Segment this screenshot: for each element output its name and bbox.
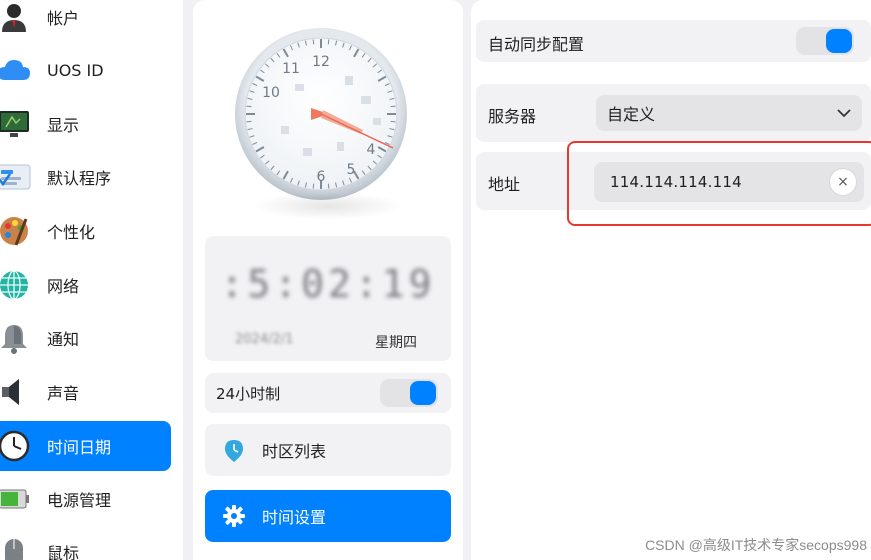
mouse-icon <box>0 535 31 560</box>
location-pin-icon <box>223 439 245 462</box>
time-settings-label: 时间设置 <box>262 508 327 527</box>
auto-sync-row: 自动同步配置 <box>476 20 871 62</box>
clock-tick <box>327 39 330 45</box>
hour24-label: 24小时制 <box>216 384 281 403</box>
hour24-setting: 24小时制 <box>205 373 451 413</box>
clock-tick <box>246 105 252 108</box>
clock-tick <box>390 120 396 123</box>
datetime-panel: 12 11 10 4 5 6 :5:02:19 2024/2/1 星期四 24小… <box>193 0 463 560</box>
sidebar-item-personalization[interactable]: 个性化 <box>0 206 171 256</box>
address-input-value: 114.114.114.114 <box>610 173 742 191</box>
address-row: 地址 114.114.114.114 × <box>476 152 871 210</box>
clock-numeral-5: 5 <box>347 162 356 178</box>
sidebar-item-label: 鼠标 <box>47 544 80 560</box>
sidebar-item-label: 电源管理 <box>47 491 112 510</box>
cloud-icon <box>0 53 31 87</box>
chevron-down-icon <box>836 105 852 121</box>
digital-time: :5:02:19 <box>220 262 436 306</box>
sidebar-item-label: 显示 <box>47 116 80 135</box>
sidebar-item-power[interactable]: 电源管理 <box>0 474 171 524</box>
gear-icon <box>223 505 245 527</box>
analog-clock: 12 11 10 4 5 6 <box>233 26 409 202</box>
date-text: 2024/2/1 <box>235 332 294 347</box>
clock-tick <box>312 183 315 189</box>
bell-icon <box>0 321 31 355</box>
time-settings-button[interactable]: 时间设置 <box>205 490 451 542</box>
auto-sync-label: 自动同步配置 <box>488 35 585 54</box>
sidebar-item-label: 时间日期 <box>47 438 112 457</box>
address-input[interactable]: 114.114.114.114 × <box>594 162 864 202</box>
timezone-list-button[interactable]: 时区列表 <box>205 424 451 476</box>
sidebar-item-account[interactable]: 帐户 <box>0 0 171 42</box>
sidebar-item-sound[interactable]: 声音 <box>0 367 171 417</box>
sidebar-item-label: 默认程序 <box>47 169 112 188</box>
digital-time-card: :5:02:19 2024/2/1 星期四 <box>205 236 451 361</box>
user-icon <box>0 0 31 34</box>
battery-icon <box>0 482 31 516</box>
sidebar-item-label: 通知 <box>47 330 80 349</box>
clock-numeral-12: 12 <box>312 54 330 70</box>
timezone-list-label: 时区列表 <box>262 442 327 461</box>
address-label: 地址 <box>488 175 521 194</box>
sidebar-item-datetime[interactable]: 时间日期 <box>0 421 171 471</box>
toggle-knob <box>826 29 852 53</box>
clock-shadow <box>253 192 403 220</box>
palette-icon <box>0 214 31 248</box>
clock-tick <box>390 105 396 108</box>
sidebar-item-network[interactable]: 网络 <box>0 260 171 310</box>
sidebar-item-label: 网络 <box>47 277 80 296</box>
speaker-icon <box>0 375 31 409</box>
sidebar-item-label: UOS ID <box>47 60 104 80</box>
clear-icon[interactable]: × <box>830 169 856 195</box>
server-label: 服务器 <box>488 107 537 126</box>
toggle-knob <box>410 381 436 405</box>
sidebar-item-label: 帐户 <box>47 9 80 28</box>
clock-icon <box>0 429 31 463</box>
sidebar-item-default-apps[interactable]: 默认程序 <box>0 152 171 202</box>
sidebar: 帐户 UOS ID 显示 默认程序 个性化 网络 通知 声音 时间日期 电源管理… <box>0 0 183 560</box>
server-select[interactable]: 自定义 <box>596 95 862 131</box>
hour24-toggle[interactable] <box>380 379 438 407</box>
watermark-text: CSDN @高级IT技术专家secops998 <box>645 537 867 553</box>
clock-tick <box>327 183 330 189</box>
default-apps-icon <box>0 160 31 194</box>
sidebar-item-label: 个性化 <box>47 223 96 242</box>
clock-numeral-6: 6 <box>317 169 326 185</box>
clock-tick <box>312 39 315 45</box>
monitor-icon <box>0 107 31 141</box>
clock-numeral-4: 4 <box>367 142 376 158</box>
network-globe-icon <box>0 268 31 302</box>
clock-numeral-11: 11 <box>282 61 300 77</box>
auto-sync-toggle[interactable] <box>796 27 854 55</box>
server-row: 服务器 自定义 <box>476 84 871 142</box>
clock-numeral-10: 10 <box>262 85 280 101</box>
clock-tick <box>246 120 252 123</box>
sidebar-item-display[interactable]: 显示 <box>0 99 171 149</box>
time-settings-panel: 自动同步配置 服务器 自定义 地址 114.114.114.114 × <box>471 0 871 560</box>
weekday-text: 星期四 <box>375 335 417 351</box>
server-select-value: 自定义 <box>607 105 656 124</box>
sidebar-item-uos-id[interactable]: UOS ID <box>0 45 171 95</box>
sidebar-item-label: 声音 <box>47 384 80 403</box>
sidebar-item-notification[interactable]: 通知 <box>0 313 171 363</box>
sidebar-item-mouse[interactable]: 鼠标 <box>0 527 171 560</box>
